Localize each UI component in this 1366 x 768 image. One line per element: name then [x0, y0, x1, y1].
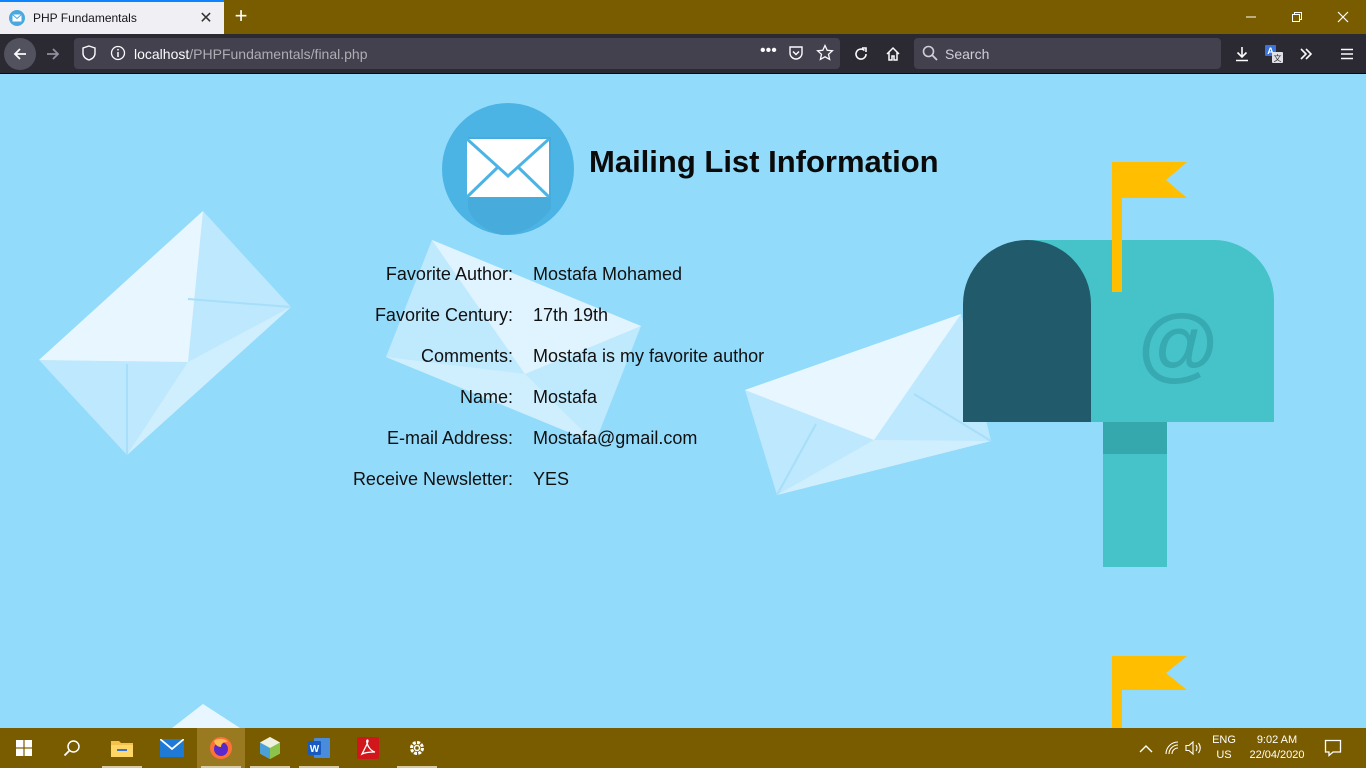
info-value: Mostafa — [533, 387, 598, 407]
address-bar[interactable]: localhost/PHPFundamentals/final.php ••• — [74, 38, 840, 69]
mailbox-at-symbol: @ — [1138, 298, 1218, 389]
page-title: Mailing List Information — [589, 144, 939, 179]
notifications-icon[interactable] — [1324, 739, 1342, 762]
info-label: E-mail Address: — [386, 428, 513, 448]
mail-envelope-icon — [441, 102, 575, 241]
menu-icon[interactable] — [1331, 38, 1363, 70]
new-tab-button[interactable]: + — [229, 4, 253, 28]
restore-icon[interactable] — [1274, 0, 1320, 34]
svg-text:W: W — [310, 744, 320, 755]
settings-gear-icon[interactable] — [393, 728, 441, 768]
info-row-favorite-author: Favorite Author: Mostafa Mohamed — [300, 264, 900, 288]
show-hidden-icons-chevron-icon[interactable] — [1139, 741, 1153, 759]
tab-close-icon[interactable]: ✕ — [196, 8, 216, 28]
netbeans-icon[interactable] — [246, 728, 294, 768]
input-language-indicator[interactable]: ENG US — [1207, 733, 1241, 763]
reload-icon[interactable] — [845, 38, 877, 70]
svg-text:文: 文 — [1274, 53, 1282, 63]
downloads-icon[interactable] — [1226, 38, 1258, 70]
page-content: @ Mailing List Information Favorite Auth… — [0, 74, 1366, 728]
info-row-comments: Comments: Mostafa is my favorite author — [300, 346, 900, 370]
acrobat-icon[interactable] — [344, 728, 392, 768]
info-label: Comments: — [420, 346, 513, 366]
tab-php-fundamentals[interactable]: PHP Fundamentals ✕ — [0, 0, 224, 34]
info-row-name: Name: Mostafa — [300, 387, 900, 411]
tab-strip: PHP Fundamentals ✕ + — [0, 0, 1366, 34]
tab-title: PHP Fundamentals — [33, 11, 137, 25]
search-icon — [922, 45, 938, 66]
background-envelope-icon — [172, 704, 240, 728]
close-window-icon[interactable] — [1320, 0, 1366, 34]
envelope-favicon-icon — [9, 10, 25, 26]
forward-icon[interactable] — [37, 38, 69, 70]
info-row-email: E-mail Address: Mostafa@gmail.com — [300, 428, 900, 452]
info-icon[interactable] — [110, 45, 126, 66]
overflow-chevron-icon[interactable] — [1290, 38, 1322, 70]
flag-decoration — [1112, 656, 1187, 728]
translate-extension-icon[interactable]: A文 — [1258, 38, 1290, 70]
file-explorer-icon[interactable] — [98, 728, 146, 768]
info-value: Mostafa@gmail.com — [533, 428, 698, 448]
url-host: localhost — [134, 46, 190, 62]
word-icon[interactable]: W — [295, 728, 343, 768]
search-input[interactable]: Search — [914, 38, 1221, 69]
language-code: ENG — [1212, 734, 1236, 746]
home-icon[interactable] — [877, 38, 909, 70]
navigation-toolbar: localhost/PHPFundamentals/final.php ••• … — [0, 34, 1366, 74]
url-path: /PHPFundamentals/final.php — [189, 46, 368, 62]
search-icon[interactable] — [48, 728, 96, 768]
info-value: 17th 19th — [533, 305, 609, 325]
clock-time: 9:02 AM — [1256, 734, 1298, 746]
mailbox-illustration: @ — [963, 162, 1274, 567]
bookmark-star-icon[interactable] — [816, 43, 834, 67]
windows-start-icon[interactable] — [0, 728, 48, 768]
volume-icon[interactable] — [1185, 740, 1203, 761]
page-actions-icon[interactable]: ••• — [760, 42, 777, 60]
minimize-icon[interactable] — [1228, 0, 1274, 34]
back-icon[interactable] — [4, 38, 36, 70]
shield-icon[interactable] — [82, 45, 96, 66]
taskbar: W ENG US 9:02 AM 22/04/2020 — [0, 728, 1366, 768]
firefox-icon[interactable] — [197, 728, 245, 768]
info-row-newsletter: Receive Newsletter: YES — [300, 469, 900, 493]
info-label: Name: — [459, 387, 513, 407]
clock-date: 22/04/2020 — [1249, 749, 1305, 761]
clock[interactable]: 9:02 AM 22/04/2020 — [1244, 733, 1310, 763]
info-value: Mostafa is my favorite author — [533, 346, 765, 366]
url-text: localhost/PHPFundamentals/final.php — [134, 46, 367, 62]
mail-app-icon[interactable] — [148, 728, 196, 768]
info-value: YES — [533, 469, 570, 489]
region-code: US — [1216, 749, 1232, 761]
background-envelope-icon — [39, 211, 292, 455]
info-label: Favorite Author: — [385, 264, 513, 284]
search-placeholder: Search — [945, 46, 990, 62]
pocket-icon[interactable] — [788, 45, 804, 66]
info-row-favorite-century: Favorite Century: 17th 19th — [300, 305, 900, 329]
info-label: Receive Newsletter: — [352, 469, 513, 489]
network-icon[interactable] — [1164, 740, 1180, 761]
info-label: Favorite Century: — [374, 305, 513, 325]
info-value: Mostafa Mohamed — [533, 264, 683, 284]
